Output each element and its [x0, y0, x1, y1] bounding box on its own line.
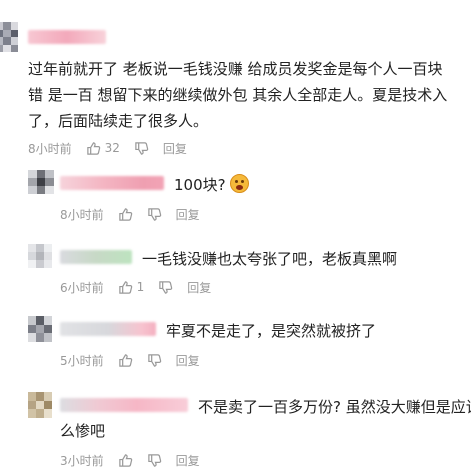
thumbs-up-icon [118, 453, 132, 467]
like-button[interactable]: 32 [86, 141, 120, 156]
timestamp: 5小时前 [60, 353, 104, 368]
thumbs-down-icon [147, 453, 161, 467]
comment-text: 100块? [174, 172, 249, 198]
username[interactable] [60, 250, 132, 264]
username[interactable] [60, 176, 164, 190]
comment-meta: 3小时前 回复 [60, 452, 214, 468]
like-button[interactable] [118, 353, 133, 368]
comment-text: 牢夏不是走了，是突然就被挤了 [166, 322, 377, 340]
avatar[interactable] [28, 170, 54, 194]
dislike-button[interactable] [147, 453, 162, 468]
thumbs-up-icon [118, 207, 132, 221]
avatar[interactable] [28, 316, 52, 342]
dislike-button[interactable] [134, 141, 149, 156]
reply-button[interactable]: 回复 [176, 352, 200, 369]
timestamp: 8小时前 [60, 207, 104, 222]
like-button[interactable] [118, 453, 133, 468]
comment-meta: 5小时前 回复 [60, 352, 214, 368]
reply-button[interactable]: 回复 [163, 140, 187, 157]
comment-meta: 8小时前 回复 [60, 206, 214, 222]
username[interactable] [60, 322, 156, 336]
like-count: 32 [104, 141, 120, 155]
dislike-button[interactable] [147, 353, 162, 368]
avatar[interactable] [28, 392, 52, 418]
timestamp: 3小时前 [60, 453, 104, 468]
comment-meta: 6小时前 1 回复 [60, 279, 225, 295]
comment-text: 错 是一百 想留下来的继续做外包 其余人全部走人。夏是技术入 [28, 86, 448, 104]
like-button[interactable] [118, 207, 133, 222]
thumbs-down-icon [159, 280, 173, 294]
comment-text: 么惨吧 [60, 422, 106, 440]
thumbs-down-icon [135, 141, 149, 155]
thumbs-down-icon [147, 207, 161, 221]
thumbs-up-icon [118, 353, 132, 367]
avatar[interactable] [0, 22, 18, 52]
comment-text: 一毛钱没赚也太夸张了吧，老板真黑啊 [142, 250, 398, 268]
thumbs-up-icon [86, 141, 100, 155]
dislike-button[interactable] [158, 280, 173, 295]
comment-meta: 8小时前 32 回复 [28, 140, 201, 156]
reply-button[interactable]: 回复 [176, 206, 200, 223]
surprised-face-emoji-icon [229, 174, 249, 193]
comment-text-value: 100块? [174, 176, 226, 194]
comment-text: 不是卖了一百多万份? 虽然没大赚但是应该 [198, 398, 471, 416]
thumbs-up-icon [118, 280, 132, 294]
reply-button[interactable]: 回复 [176, 452, 200, 469]
timestamp: 8小时前 [28, 141, 72, 156]
like-button[interactable]: 1 [118, 280, 145, 295]
username[interactable] [28, 30, 106, 44]
like-count: 1 [136, 280, 145, 294]
thumbs-down-icon [147, 353, 161, 367]
timestamp: 6小时前 [60, 280, 104, 295]
avatar[interactable] [28, 244, 52, 268]
dislike-button[interactable] [147, 207, 162, 222]
reply-button[interactable]: 回复 [187, 279, 211, 296]
comment-text: 了，后面陆续走了很多人。 [28, 112, 209, 130]
username[interactable] [60, 398, 188, 412]
comment-text: 过年前就开了 老板说一毛钱没赚 给成员发奖金是每个人一百块 [28, 60, 443, 78]
